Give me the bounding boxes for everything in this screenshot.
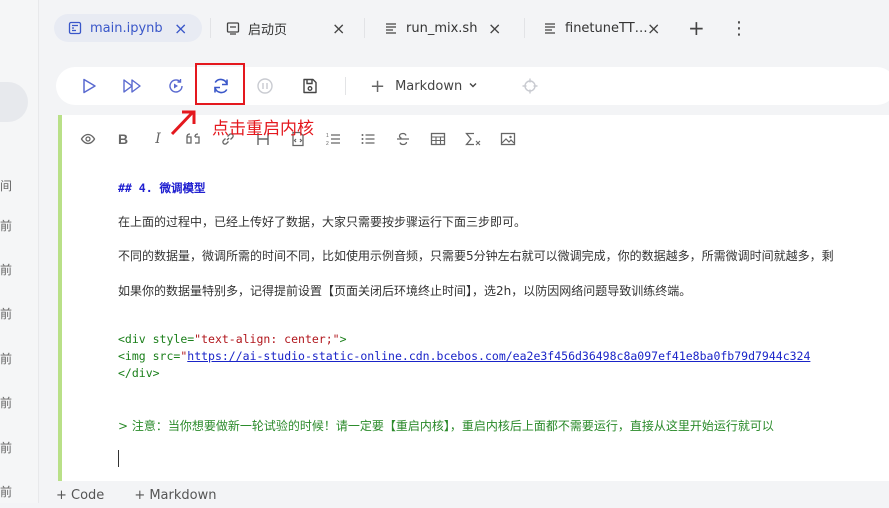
crosshair-icon — [522, 78, 538, 94]
tab-label: 启动页 — [248, 22, 288, 38]
paragraph: 在上面的过程中，已经上传好了数据，大家只需要按步骤运行下面三步即可。 — [118, 215, 527, 229]
left-sidebar: 间 前 前 前 前 前 前 前 — [0, 0, 39, 503]
highlight-box — [195, 63, 245, 105]
sidebar-label: 前 — [0, 396, 13, 410]
file-text-icon — [384, 21, 398, 35]
paragraph: 如果你的数据量特别多，记得提前设置【页面关闭后环境终止时间】，选2h，以防因网络… — [118, 284, 692, 298]
bullet-list-icon[interactable] — [359, 130, 377, 148]
svg-text:2: 2 — [326, 141, 329, 147]
paragraph: 不同的数据量，微调所需的时间不同，比如使用示例音频，只需要5分钟左右就可以微调完… — [118, 249, 834, 263]
add-code-button[interactable]: + Code — [56, 488, 104, 508]
play-icon — [83, 78, 96, 94]
markdown-cell[interactable]: B I 12 ## 4. 微调模型 在上面的过程中，已经上传好了数据，大家只需要… — [58, 115, 889, 481]
sidebar-active-indicator[interactable] — [0, 82, 28, 122]
file-text-icon — [543, 21, 557, 35]
close-icon[interactable]: × — [647, 19, 660, 38]
tab-label: run_mix.sh — [406, 20, 478, 36]
sidebar-label: 前 — [0, 263, 13, 277]
code-line: <div style="text-align: center;"> — [118, 332, 347, 346]
pause-circle-icon — [257, 78, 273, 94]
cell-type-label: Markdown — [395, 78, 463, 94]
notebook-icon — [68, 21, 82, 35]
tab-launcher[interactable]: 启动页 × — [226, 14, 386, 42]
tab-finetune[interactable]: finetuneTT… × — [543, 14, 673, 42]
close-icon[interactable]: × — [174, 19, 187, 38]
image-url-link[interactable]: https://ai-studio-static-online.cdn.bceb… — [187, 349, 810, 363]
image-icon[interactable] — [499, 130, 517, 148]
tab-label: main.ipynb — [90, 20, 163, 36]
sidebar-label: 前 — [0, 352, 13, 366]
launcher-icon — [226, 21, 240, 35]
code-line: </div> — [118, 366, 160, 380]
interrupt-kernel-button[interactable] — [255, 76, 275, 96]
sidebar-label: 前 — [0, 441, 13, 455]
new-tab-button[interactable]: + — [688, 14, 705, 42]
close-icon[interactable]: × — [332, 19, 345, 38]
tab-bar: main.ipynb × 启动页 × run_mix.sh × finetune… — [44, 0, 889, 56]
code-line: <img src="https://ai-studio-static-onlin… — [118, 349, 811, 363]
bold-icon[interactable]: B — [114, 130, 132, 148]
sidebar-label: 前 — [0, 307, 13, 321]
run-cell-button[interactable] — [79, 76, 99, 96]
formula-icon[interactable] — [464, 130, 482, 148]
strikethrough-icon[interactable] — [394, 130, 412, 148]
markdown-heading: ## 4. 微调模型 — [118, 181, 206, 195]
svg-text:1: 1 — [326, 133, 329, 139]
save-icon — [303, 78, 317, 94]
add-cell-bar: + Code + Markdown — [56, 488, 246, 508]
save-button[interactable] — [300, 76, 320, 96]
plus-icon: + — [370, 75, 386, 97]
restart-run-icon — [169, 79, 183, 93]
notebook-toolbar: + Markdown — [56, 67, 889, 105]
sidebar-label: 前 — [0, 485, 13, 499]
text-cursor — [118, 450, 119, 467]
chevron-down-icon — [468, 79, 478, 94]
restart-run-all-button[interactable] — [166, 76, 186, 96]
tab-label: finetuneTT… — [565, 20, 648, 36]
blockquote: > 注意：当你想要做新一轮试验的时候！请一定要【重启内核】，重启内核后上面都不需… — [118, 419, 774, 433]
more-menu-button[interactable]: ⋮ — [730, 14, 748, 42]
fast-forward-icon — [123, 79, 141, 93]
ordered-list-icon[interactable]: 12 — [324, 130, 342, 148]
table-icon[interactable] — [429, 130, 447, 148]
close-icon[interactable]: × — [488, 19, 501, 38]
add-markdown-button[interactable]: + Markdown — [134, 488, 216, 508]
run-all-button[interactable] — [122, 76, 142, 96]
annotation-text: 点击重启内核 — [212, 119, 314, 139]
sidebar-label: 间 — [0, 179, 13, 193]
preview-icon[interactable] — [79, 130, 97, 148]
debug-button[interactable] — [520, 76, 540, 96]
italic-icon[interactable]: I — [149, 130, 167, 148]
tab-main-ipynb[interactable]: main.ipynb × — [54, 14, 202, 42]
tab-run-mix-sh[interactable]: run_mix.sh × — [384, 14, 534, 42]
annotation-arrow-icon — [170, 110, 196, 136]
sidebar-label: 前 — [0, 219, 13, 233]
cell-type-select[interactable]: + Markdown — [370, 75, 478, 97]
